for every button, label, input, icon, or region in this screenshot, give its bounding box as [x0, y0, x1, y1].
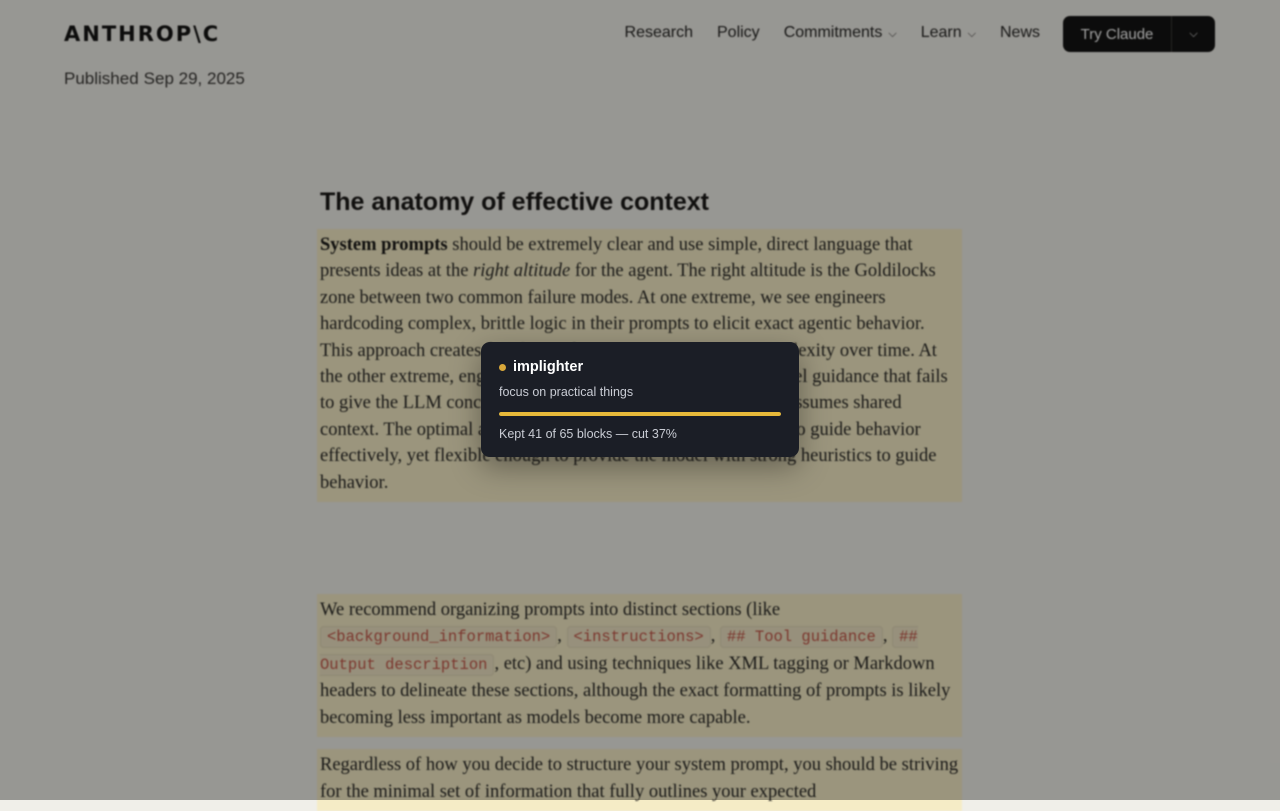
dot-icon	[499, 363, 506, 371]
popup-header: implighter	[499, 359, 781, 375]
progress-bar-fill	[499, 412, 781, 416]
implighter-popup: implighter focus on practical things Kep…	[481, 342, 799, 457]
popup-title: implighter	[513, 359, 584, 375]
popup-status: Kept 41 of 65 blocks — cut 37%	[499, 427, 677, 441]
popup-subtitle: focus on practical things	[499, 385, 634, 399]
progress-bar	[499, 412, 781, 416]
